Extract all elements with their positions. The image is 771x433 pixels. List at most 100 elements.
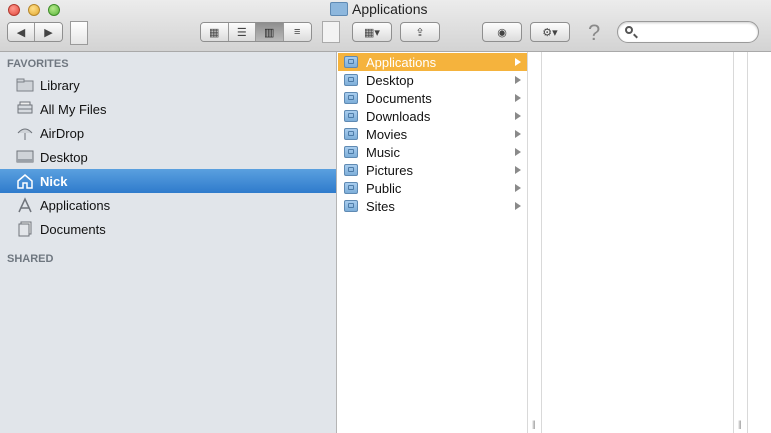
column-item-label: Music bbox=[366, 144, 400, 160]
zoom-window-button[interactable] bbox=[48, 4, 60, 16]
arrange-button[interactable]: ▦▾ bbox=[352, 22, 392, 42]
applications-icon bbox=[15, 197, 34, 213]
help-icon: ? bbox=[588, 20, 601, 45]
column-item-sites[interactable]: Sites bbox=[338, 197, 527, 215]
window-titlebar: Applications ◀ ▶ ▦ ☰ ▥ ≡ ▦▾ ⇪ ◉ ⚙▾ ? bbox=[0, 0, 771, 52]
column-applications bbox=[542, 52, 734, 433]
column-item-applications[interactable]: Applications bbox=[338, 53, 527, 71]
action-button[interactable]: ⚙▾ bbox=[530, 22, 570, 42]
column-item-movies[interactable]: Movies bbox=[338, 125, 527, 143]
downloads-folder-icon bbox=[344, 110, 358, 122]
arrange-icon: ▦▾ bbox=[364, 26, 380, 39]
sidebar-item-label: Desktop bbox=[40, 149, 88, 165]
forward-button[interactable]: ▶ bbox=[35, 23, 62, 41]
share-icon: ⇪ bbox=[415, 26, 425, 39]
quick-look-button[interactable]: ◉ bbox=[482, 22, 522, 42]
documents-folder-icon bbox=[344, 92, 358, 104]
list-view-button[interactable]: ☰ bbox=[228, 23, 256, 41]
movies-folder-icon bbox=[344, 128, 358, 140]
column-item-documents[interactable]: Documents bbox=[338, 89, 527, 107]
help-button[interactable]: ? bbox=[588, 20, 600, 46]
sidebar-item-label: Library bbox=[40, 77, 80, 93]
airdrop-icon bbox=[15, 125, 34, 141]
column-item-label: Documents bbox=[366, 90, 432, 106]
eye-icon: ◉ bbox=[497, 26, 507, 39]
disclosure-arrow-icon bbox=[515, 94, 521, 102]
forward-icon: ▶ bbox=[44, 26, 53, 39]
home-icon bbox=[15, 173, 34, 189]
applications-folder-icon bbox=[330, 2, 348, 16]
folder-icon bbox=[15, 77, 34, 93]
music-folder-icon bbox=[344, 146, 358, 158]
search-icon bbox=[625, 26, 633, 34]
gear-icon: ⚙▾ bbox=[542, 26, 558, 39]
sidebar-item-desktop[interactable]: Desktop bbox=[0, 145, 336, 169]
cover-flow-view-button[interactable]: ≡ bbox=[283, 23, 311, 41]
column-item-label: Applications bbox=[366, 54, 437, 70]
disclosure-arrow-icon bbox=[515, 130, 521, 138]
disclosure-arrow-icon bbox=[515, 166, 521, 174]
close-window-button[interactable] bbox=[8, 4, 20, 16]
disclosure-arrow-icon bbox=[515, 112, 521, 120]
column-view-button[interactable]: ▥ bbox=[256, 23, 284, 41]
column-item-label: Public bbox=[366, 180, 402, 196]
cover-flow-icon: ≡ bbox=[294, 26, 301, 38]
pictures-folder-icon bbox=[344, 164, 358, 176]
icon-view-button[interactable]: ▦ bbox=[201, 23, 229, 41]
sidebar-section-favorites: FAVORITES bbox=[7, 58, 69, 70]
search-field[interactable] bbox=[617, 21, 759, 43]
column-item-pictures[interactable]: Pictures bbox=[338, 161, 527, 179]
column-home: Applications Desktop Documents Downloads… bbox=[338, 52, 528, 433]
sidebar-item-applications[interactable]: Applications bbox=[0, 193, 336, 217]
column-item-label: Desktop bbox=[366, 72, 414, 88]
column-spacer: || bbox=[528, 52, 542, 433]
sidebar: FAVORITES Library All My Files AirDrop D… bbox=[0, 52, 337, 433]
disclosure-arrow-icon bbox=[515, 184, 521, 192]
public-folder-icon bbox=[344, 182, 358, 194]
applications-folder-icon bbox=[344, 56, 358, 68]
sidebar-section-shared: SHARED bbox=[7, 253, 54, 265]
column-item-desktop[interactable]: Desktop bbox=[338, 71, 527, 89]
sidebar-item-label: Applications bbox=[40, 197, 111, 213]
list-view-icon: ☰ bbox=[236, 26, 247, 39]
icon-view-icon: ▦ bbox=[209, 26, 220, 39]
disclosure-arrow-icon bbox=[515, 202, 521, 210]
sidebar-item-library[interactable]: Library bbox=[0, 73, 336, 97]
sidebar-item-airdrop[interactable]: AirDrop bbox=[0, 121, 336, 145]
column-item-public[interactable]: Public bbox=[338, 179, 527, 197]
column-item-label: Sites bbox=[366, 198, 395, 214]
back-forward-control: ◀ ▶ bbox=[7, 22, 63, 42]
documents-icon bbox=[15, 221, 34, 237]
disclosure-arrow-icon bbox=[515, 76, 521, 84]
all-files-icon bbox=[15, 101, 34, 117]
disclosure-arrow-icon bbox=[515, 148, 521, 156]
column-spacer: || bbox=[734, 52, 748, 433]
back-button[interactable]: ◀ bbox=[8, 23, 36, 41]
share-button[interactable]: ⇪ bbox=[400, 22, 440, 42]
window-title-label: Applications bbox=[352, 1, 428, 17]
sites-folder-icon bbox=[344, 200, 358, 212]
column-item-downloads[interactable]: Downloads bbox=[338, 107, 527, 125]
minimize-window-button[interactable] bbox=[28, 4, 40, 16]
sidebar-item-all-my-files[interactable]: All My Files bbox=[0, 97, 336, 121]
column-item-label: Pictures bbox=[366, 162, 413, 178]
view-mode-control: ▦ ☰ ▥ ≡ bbox=[200, 22, 312, 42]
back-icon: ◀ bbox=[16, 26, 26, 39]
column-item-label: Movies bbox=[366, 126, 408, 142]
column-resize-handle[interactable]: || bbox=[738, 419, 742, 429]
sidebar-item-label: All My Files bbox=[40, 101, 107, 117]
desktop-folder-icon bbox=[344, 74, 358, 86]
column-resize-handle[interactable]: || bbox=[532, 419, 536, 429]
sidebar-item-label: Nick bbox=[40, 173, 68, 189]
column-item-music[interactable]: Music bbox=[338, 143, 527, 161]
jar-file-icon[interactable] bbox=[322, 21, 340, 43]
sidebar-item-nick[interactable]: Nick bbox=[0, 169, 336, 193]
sidebar-item-label: AirDrop bbox=[40, 125, 85, 141]
sidebar-item-documents[interactable]: Documents bbox=[0, 217, 336, 241]
column-item-label: Downloads bbox=[366, 108, 431, 124]
sidebar-item-label: Documents bbox=[40, 221, 106, 237]
document-icon bbox=[70, 21, 88, 45]
desktop-icon bbox=[15, 149, 34, 165]
disclosure-arrow-icon bbox=[515, 58, 521, 66]
column-view-icon: ▥ bbox=[264, 26, 275, 39]
